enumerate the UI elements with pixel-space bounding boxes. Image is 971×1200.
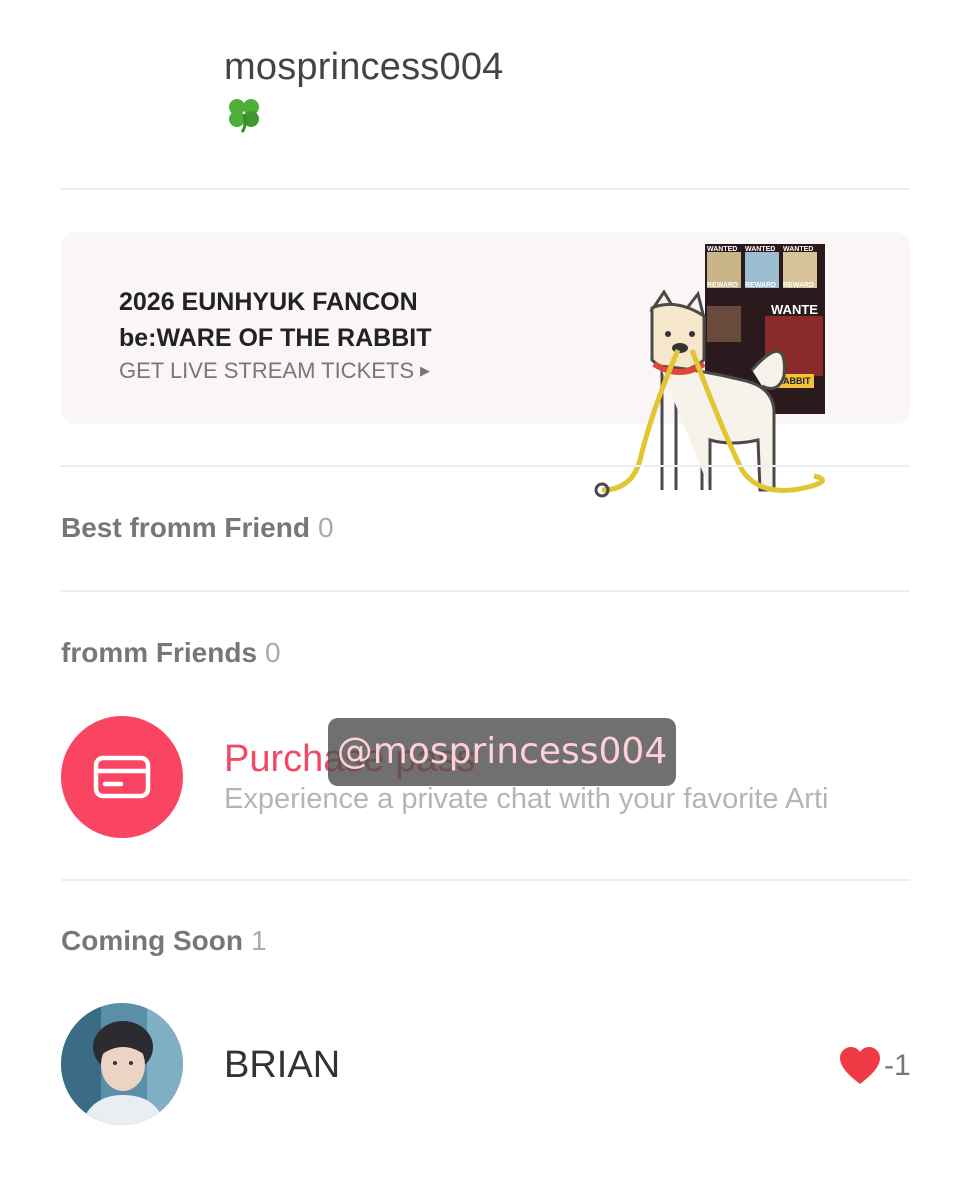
best-friend-count: 0: [317, 512, 334, 543]
card-icon: [93, 755, 151, 799]
friends-title: fromm Friends: [61, 637, 258, 668]
friends-count: 0: [265, 637, 281, 668]
live-stream-tickets-link[interactable]: GET LIVE STREAM TICKETS ▶: [119, 358, 430, 384]
divider: [61, 590, 910, 592]
four-leaf-clover-icon: [224, 94, 264, 134]
like-count: -1: [884, 1049, 911, 1082]
divider: [61, 879, 910, 881]
purchase-pass-button[interactable]: [61, 716, 183, 838]
poster-reward-label: REWARD: [783, 282, 815, 289]
purchase-pass-subtitle: Experience a private chat with your favo…: [224, 783, 829, 815]
coming-soon-section-title: Coming Soon 1: [61, 925, 267, 957]
shiba-dog-illustration: [592, 289, 832, 500]
username-watermark: @mosprincess004: [328, 718, 676, 786]
coming-soon-count: 1: [250, 925, 267, 956]
poster-wanted-label: WANTED: [707, 246, 738, 253]
like-counter[interactable]: -1: [838, 1046, 911, 1086]
banner-cta-label: GET LIVE STREAM TICKETS: [119, 358, 415, 383]
divider: [61, 465, 910, 467]
poster-wanted-label: WANTED: [783, 246, 814, 253]
friends-section-title: fromm Friends 0: [61, 637, 281, 669]
profile-username: mosprincess004: [224, 46, 504, 88]
best-friend-title: Best fromm Friend: [61, 512, 310, 543]
heart-icon: [840, 1047, 880, 1084]
artist-avatar[interactable]: [61, 1003, 183, 1125]
poster-reward-label: REWARD: [707, 282, 739, 289]
poster-reward-label: REWARD: [745, 282, 777, 289]
artist-name[interactable]: BRIAN: [224, 1044, 340, 1087]
coming-soon-title: Coming Soon: [61, 925, 243, 956]
banner-title: 2026 EUNHYUK FANCON be:WARE OF THE RABBI…: [119, 284, 432, 356]
banner-title-line2: be:WARE OF THE RABBIT: [119, 324, 432, 352]
poster-wanted-label: WANTED: [745, 246, 776, 253]
divider: [61, 188, 910, 190]
banner-title-line1: 2026 EUNHYUK FANCON: [119, 288, 418, 316]
best-friend-section-title: Best fromm Friend 0: [61, 512, 334, 544]
play-arrow-icon: ▶: [420, 363, 431, 378]
